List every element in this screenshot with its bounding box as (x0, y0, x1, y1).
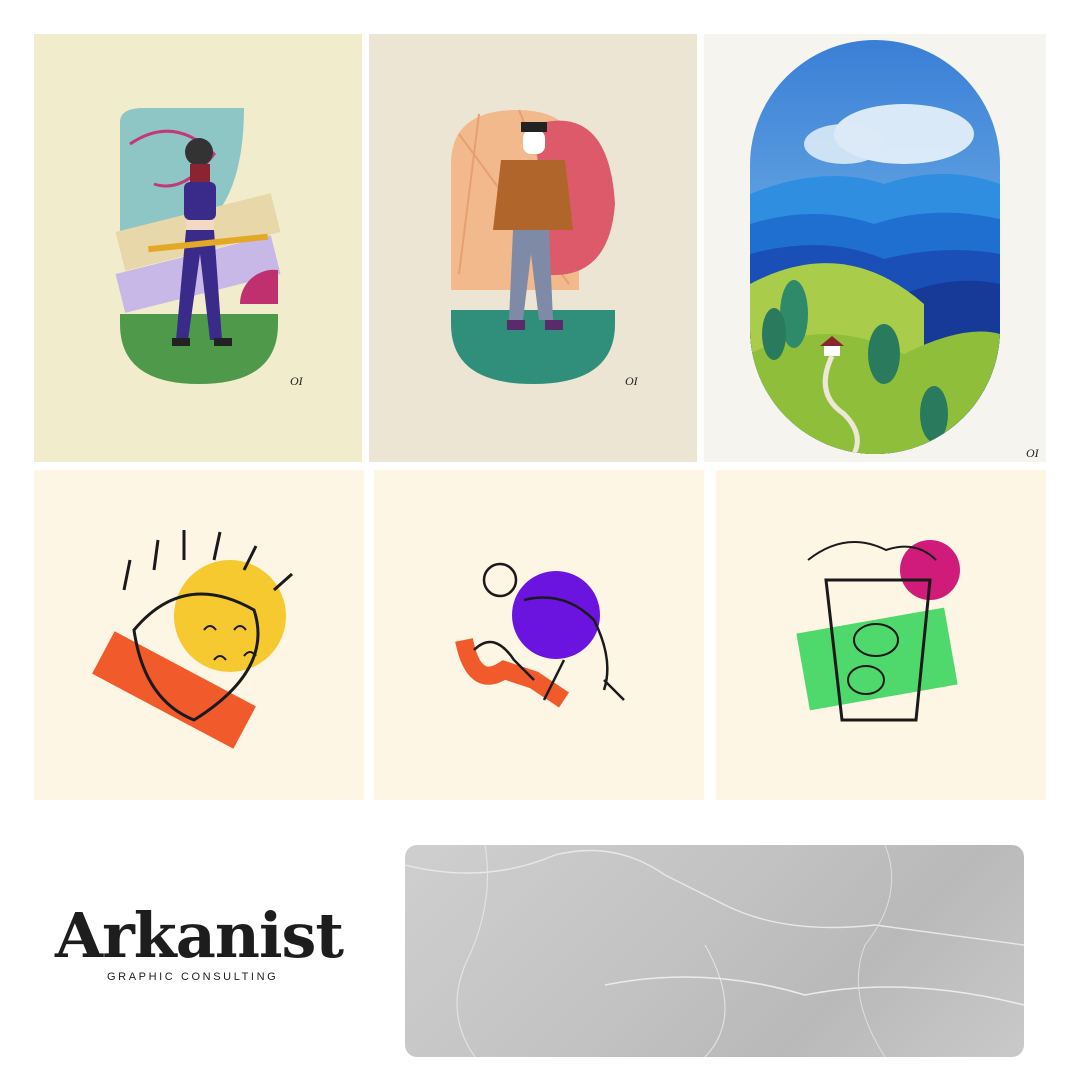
mojito-sketch (716, 470, 1046, 800)
dancing-figures-sketch (374, 470, 704, 800)
artist-signature: ΟΙ (625, 374, 638, 388)
brand-name: Arkanist (55, 899, 344, 972)
taco-sketch (34, 470, 364, 800)
mountain-landscape-illustration: ΟΙ (704, 34, 1046, 462)
mojito-sketch-art (796, 540, 960, 722)
woman-with-bat-illustration: ΟΙ (34, 34, 362, 462)
brand-logo: Arkanist GRAPHIC CONSULTING (55, 899, 344, 984)
man-in-jacket-art (451, 109, 615, 384)
woman-with-bat-art (115, 108, 281, 384)
marble-texture-panel (405, 845, 1024, 1057)
mountain-landscape-art (750, 40, 1000, 454)
artist-signature: ΟΙ (1026, 446, 1039, 460)
artist-signature: ΟΙ (290, 374, 303, 388)
brand-tagline: GRAPHIC CONSULTING (107, 971, 279, 983)
marble-veins (405, 845, 1024, 1057)
dancing-figures-art (455, 562, 625, 708)
man-in-jacket-illustration: ΟΙ (369, 34, 697, 462)
taco-sketch-art (92, 530, 293, 749)
